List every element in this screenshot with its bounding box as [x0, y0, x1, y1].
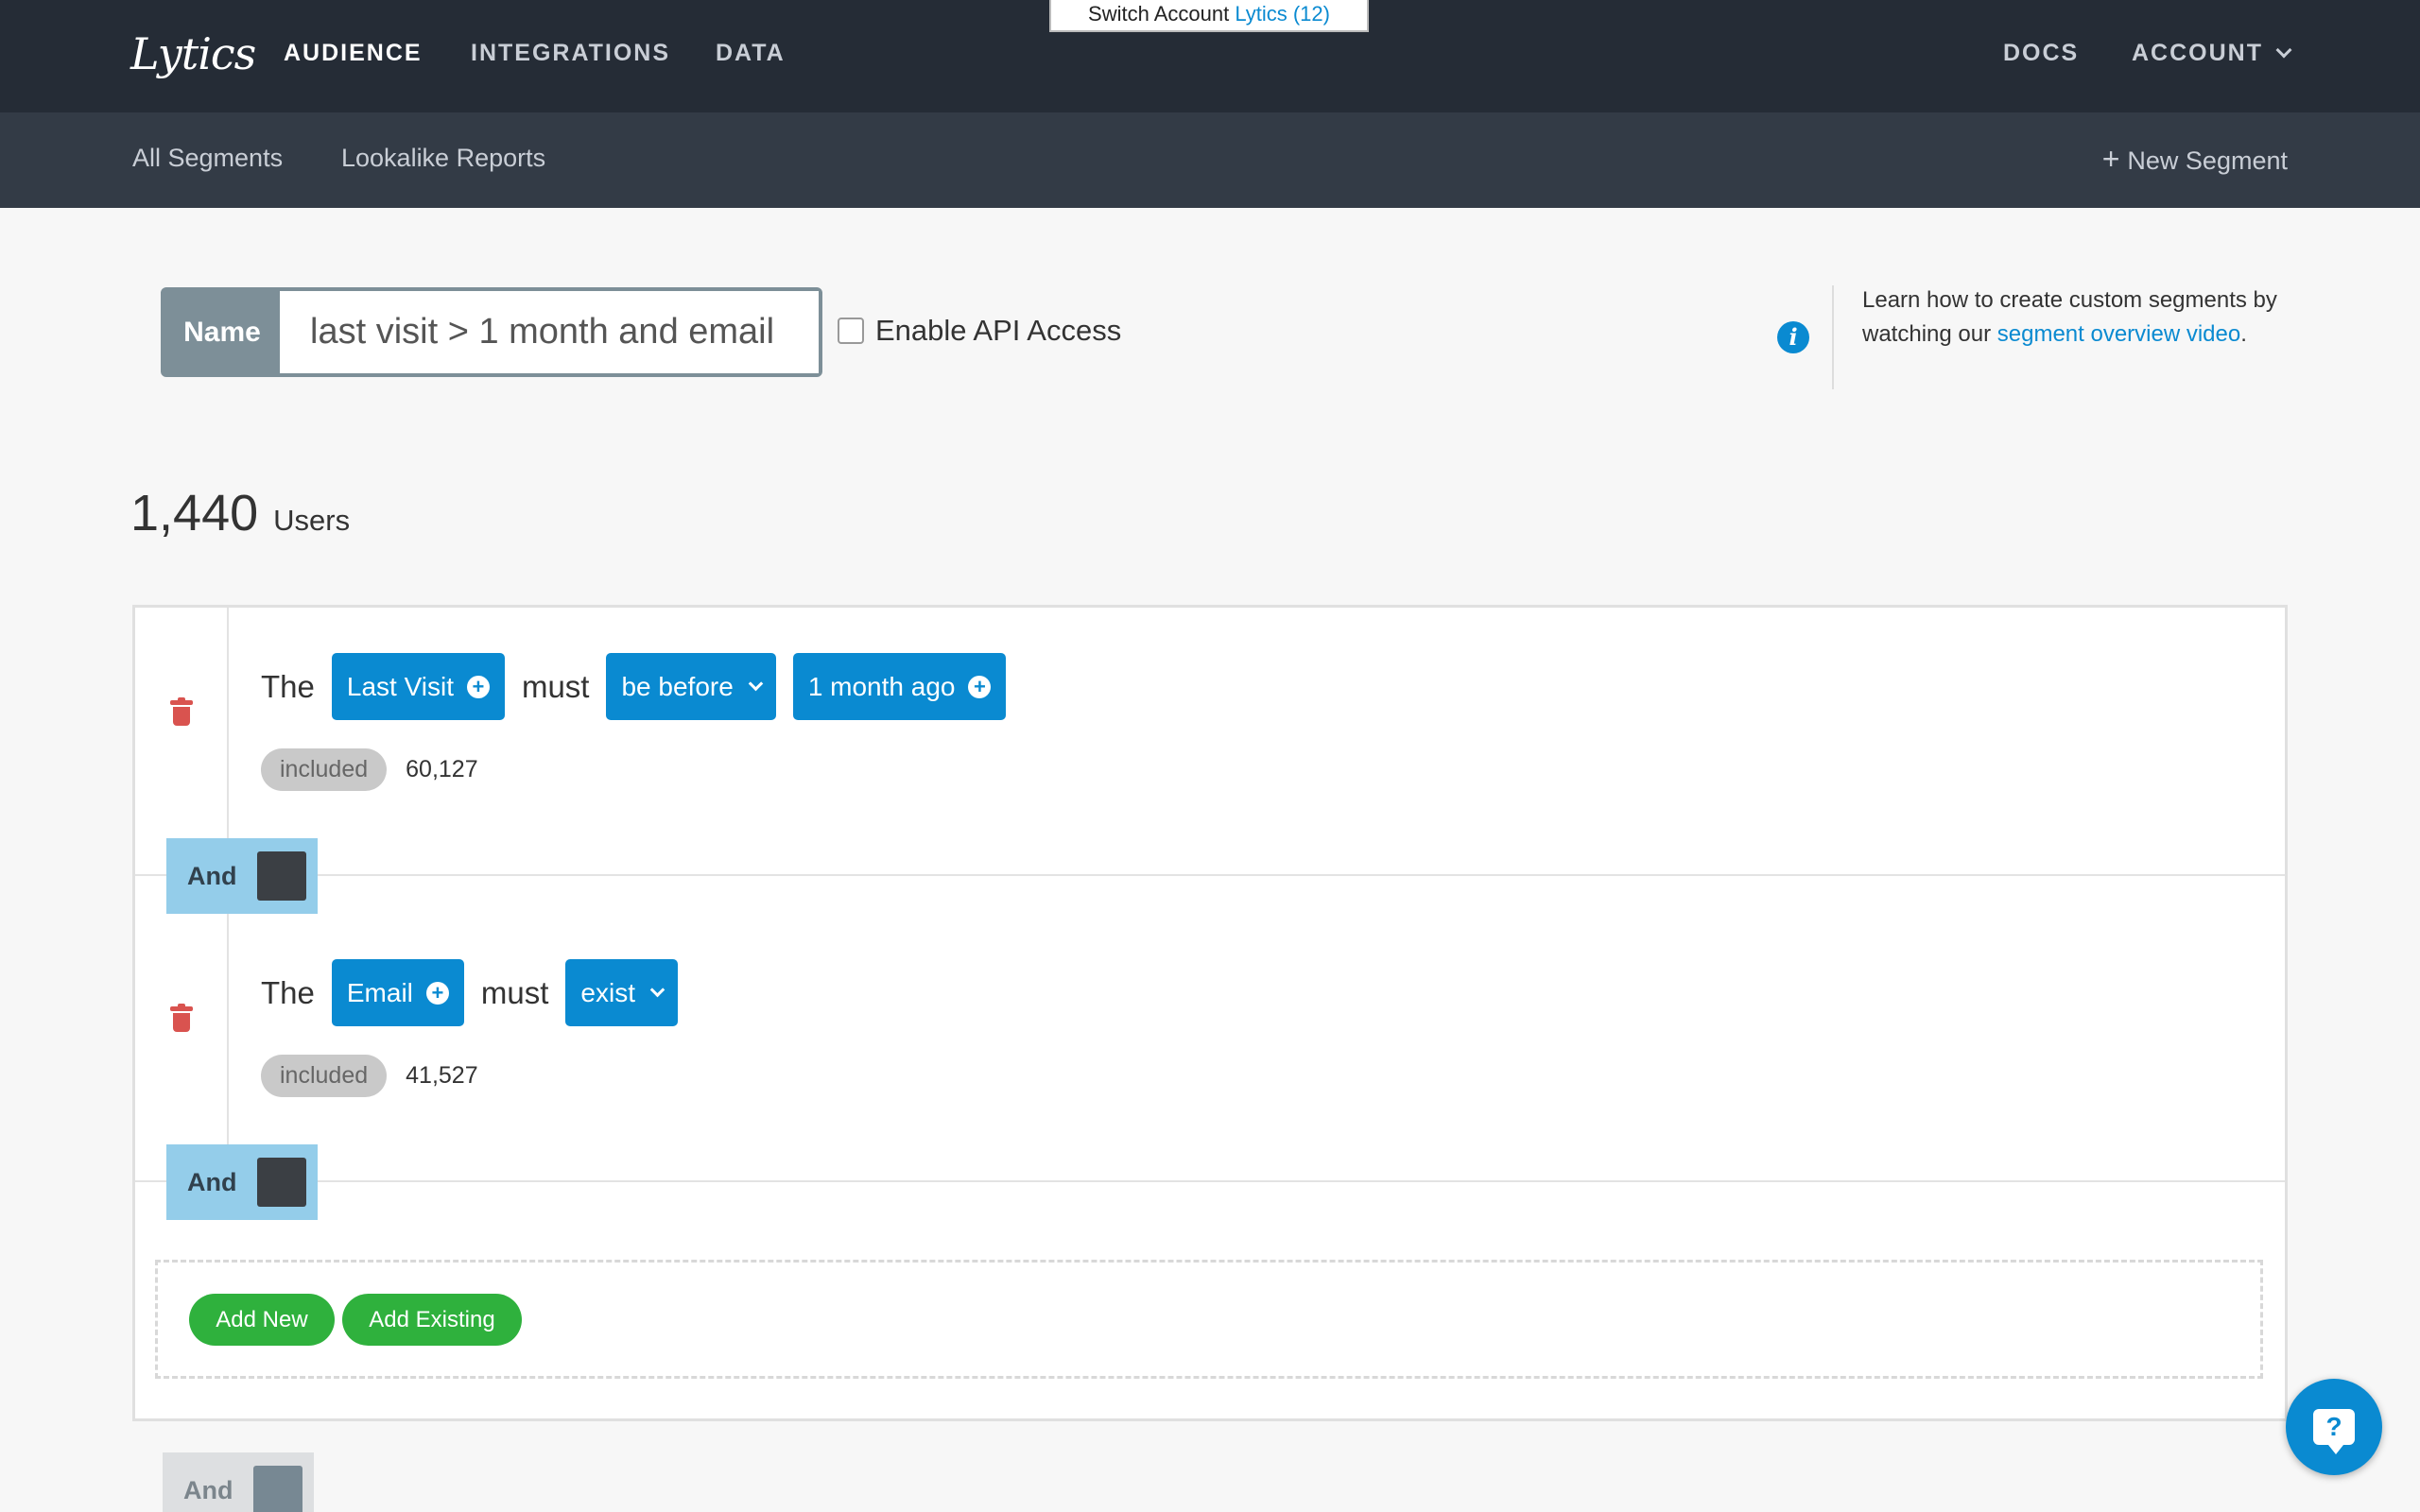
api-access-checkbox[interactable] — [838, 318, 864, 344]
value-selector-button[interactable]: 1 month ago + — [792, 653, 1007, 720]
info-icon: i — [1777, 321, 1809, 353]
user-count-label: Users — [273, 504, 351, 537]
help-chat-icon: ? — [2313, 1409, 2355, 1454]
rule-included-stat: included 60,127 — [261, 748, 478, 791]
rule-must: must — [480, 974, 549, 1010]
switch-account-button[interactable]: Switch Account Lytics (12) — [1049, 0, 1369, 32]
segment-name-field: Name — [161, 287, 822, 377]
subnav-lookalike-reports[interactable]: Lookalike Reports — [341, 144, 545, 173]
operator-dropdown[interactable]: be before — [606, 653, 776, 720]
help-chat-button[interactable]: ? — [2286, 1379, 2382, 1475]
lytics-logo[interactable]: Lytics — [130, 28, 256, 79]
api-access-toggle[interactable]: Enable API Access — [838, 314, 1121, 348]
field-selector-button[interactable]: Last Visit + — [331, 653, 505, 720]
and-connector[interactable]: And — [166, 838, 318, 914]
switch-account-name: Lytics (12) — [1235, 2, 1330, 26]
add-existing-button[interactable]: Add Existing — [342, 1294, 522, 1346]
rule-row: The Last Visit + must be before 1 month … — [261, 653, 1023, 720]
delete-rule-trash-icon[interactable] — [170, 1004, 193, 1032]
nav-account[interactable]: ACCOUNT — [2132, 40, 2292, 67]
and-label: And — [187, 861, 237, 890]
user-count-number: 1,440 — [130, 485, 259, 541]
switch-account-label: Switch Account — [1088, 2, 1230, 26]
segment-name-input[interactable] — [280, 291, 819, 373]
nav-account-label: ACCOUNT — [2132, 40, 2263, 66]
add-new-button[interactable]: Add New — [189, 1294, 335, 1346]
info-divider — [1832, 285, 1834, 389]
plus-icon: + — [2101, 142, 2120, 176]
rule-the: The — [261, 974, 315, 1010]
nav-audience[interactable]: AUDIENCE — [284, 40, 423, 67]
rule-the: The — [261, 668, 315, 704]
operator-label: be before — [621, 671, 734, 701]
rule-divider — [135, 874, 2285, 876]
value-label: 1 month ago — [807, 671, 956, 701]
rule-must: must — [521, 668, 590, 704]
info-help-text: Learn how to create custom segments by w… — [1862, 284, 2278, 352]
nav-data[interactable]: DATA — [716, 40, 786, 67]
info-text-end: . — [2240, 321, 2247, 347]
nav-integrations[interactable]: INTEGRATIONS — [471, 40, 670, 67]
rule-row: The Email + must exist — [261, 959, 695, 1026]
nav-docs[interactable]: DOCS — [2003, 40, 2079, 67]
and-connector[interactable]: And — [166, 1144, 318, 1220]
chevron-down-icon — [748, 676, 764, 692]
new-segment-label: New Segment — [2127, 146, 2288, 175]
connector-handle[interactable] — [257, 851, 307, 901]
rule-divider — [135, 1180, 2285, 1182]
plus-circle-icon: + — [466, 675, 490, 698]
connector-handle[interactable] — [257, 1158, 307, 1207]
included-count: 41,527 — [406, 1062, 478, 1089]
included-badge: included — [261, 748, 388, 791]
new-segment-button[interactable]: + New Segment — [2102, 142, 2288, 177]
chevron-down-icon — [649, 982, 666, 998]
operator-dropdown[interactable]: exist — [565, 959, 678, 1026]
and-label: And — [183, 1475, 233, 1504]
chevron-down-icon — [2275, 42, 2292, 59]
delete-rule-trash-icon[interactable] — [170, 697, 193, 726]
segment-overview-video-link[interactable]: segment overview video — [1997, 321, 2240, 347]
field-selector-button[interactable]: Email + — [331, 959, 464, 1026]
plus-circle-icon: + — [968, 675, 992, 698]
included-count: 60,127 — [406, 756, 478, 782]
and-label: And — [187, 1167, 237, 1196]
plus-circle-icon: + — [425, 981, 449, 1005]
connector-handle[interactable] — [253, 1466, 303, 1512]
field-label: Last Visit — [346, 671, 454, 701]
name-label: Name — [164, 291, 280, 373]
subnav-all-segments[interactable]: All Segments — [132, 144, 283, 173]
api-access-label: Enable API Access — [875, 314, 1122, 347]
field-label: Email — [346, 977, 413, 1007]
user-count: 1,440 Users — [130, 484, 350, 542]
operator-label: exist — [580, 977, 635, 1007]
rule-included-stat: included 41,527 — [261, 1055, 478, 1097]
included-badge: included — [261, 1055, 388, 1097]
and-connector-bottom[interactable]: And — [163, 1452, 314, 1512]
